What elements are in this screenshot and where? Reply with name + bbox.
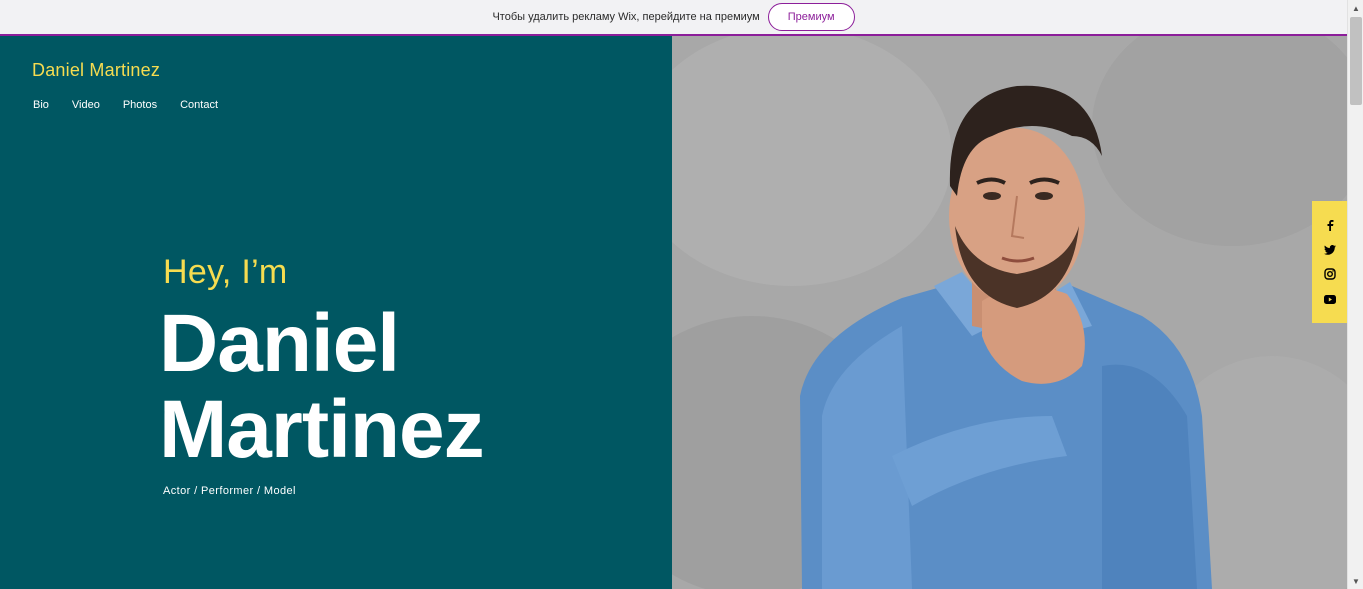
hero-photo-panel	[672, 36, 1347, 589]
social-bar	[1312, 201, 1347, 323]
nav-item-bio[interactable]: Bio	[33, 99, 49, 111]
ad-banner-text: Чтобы удалить рекламу Wix, перейдите на …	[492, 11, 760, 23]
hero-roles: Actor / Performer / Model	[163, 485, 296, 497]
nav-item-contact[interactable]: Contact	[180, 99, 218, 111]
scroll-thumb[interactable]	[1350, 17, 1362, 105]
hero-greeting: Hey, I’m	[163, 253, 288, 291]
twitter-icon[interactable]	[1323, 243, 1337, 257]
nav-item-photos[interactable]: Photos	[123, 99, 157, 111]
wix-ad-banner: Чтобы удалить рекламу Wix, перейдите на …	[0, 0, 1347, 36]
premium-button[interactable]: Премиум	[767, 3, 855, 31]
page-scrollbar[interactable]: ▲ ▼	[1347, 0, 1363, 589]
hero-name: Daniel Martinez	[159, 298, 485, 475]
hero-left-panel: Daniel Martinez Bio Video Photos Contact…	[0, 36, 672, 589]
scroll-down-arrow-icon[interactable]: ▼	[1348, 573, 1363, 589]
youtube-icon[interactable]	[1323, 292, 1337, 306]
facebook-icon[interactable]	[1323, 218, 1337, 232]
main-nav: Bio Video Photos Contact	[33, 99, 241, 111]
scroll-up-arrow-icon[interactable]: ▲	[1348, 0, 1363, 16]
instagram-icon[interactable]	[1323, 267, 1337, 281]
nav-item-video[interactable]: Video	[72, 99, 100, 111]
hero-name-last: Martinez	[159, 384, 485, 475]
site-title[interactable]: Daniel Martinez	[32, 60, 160, 81]
hero-name-first: Daniel	[159, 298, 400, 389]
